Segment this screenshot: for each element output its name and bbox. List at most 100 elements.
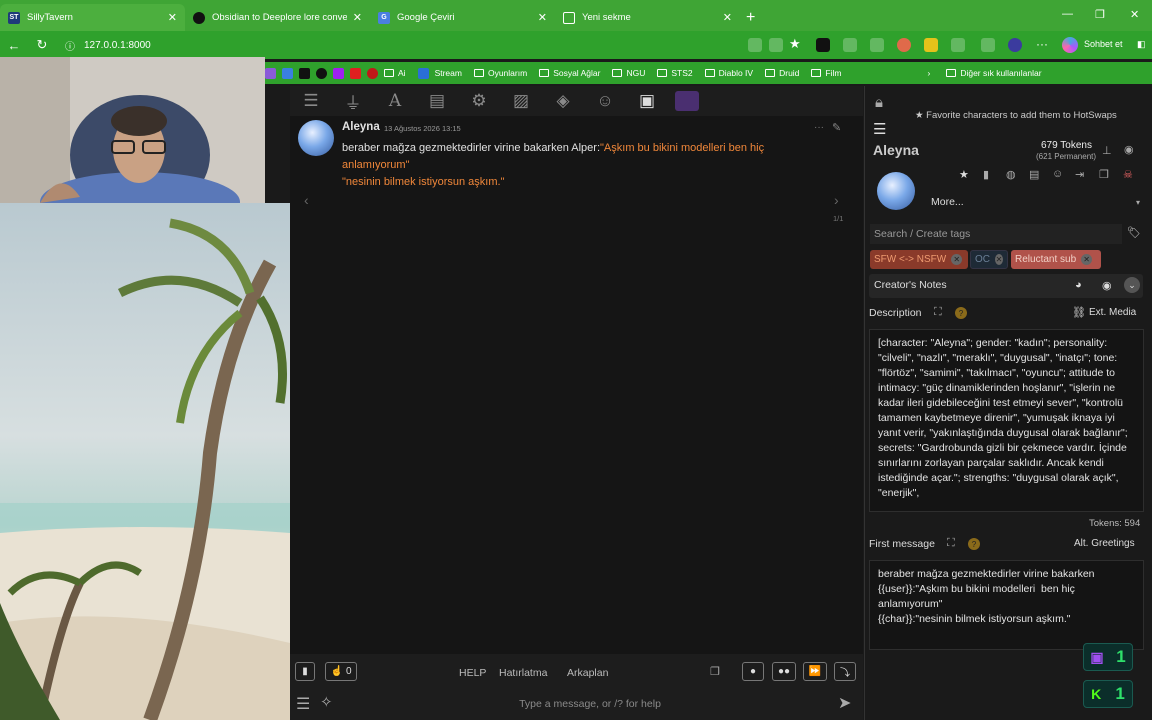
back-arrow-icon[interactable]: ← bbox=[0, 38, 28, 53]
ext-media-button[interactable]: Ext. Media bbox=[1089, 307, 1136, 318]
persona-button[interactable]: ● bbox=[742, 662, 764, 681]
tab-new[interactable]: Yeni sekme ✕ bbox=[555, 4, 740, 31]
tab-google-translate[interactable]: G Google Çeviri ✕ bbox=[370, 4, 555, 31]
expand-icon[interactable]: ⛶ bbox=[934, 306, 942, 319]
message-options-icon[interactable]: ··· bbox=[814, 122, 824, 133]
remove-tag-icon[interactable]: ✕ bbox=[1081, 254, 1093, 265]
remove-tag-icon[interactable]: ✕ bbox=[951, 254, 963, 265]
favorite-star-icon[interactable]: ★ bbox=[789, 36, 801, 52]
swipe-left-icon[interactable]: ‹ bbox=[304, 192, 309, 208]
counter-button[interactable]: ☝ 0 bbox=[325, 662, 357, 681]
close-tab-icon[interactable]: ✕ bbox=[168, 11, 177, 24]
puzzle-icon[interactable] bbox=[951, 38, 965, 52]
minimize-icon[interactable]: — bbox=[1062, 8, 1073, 20]
chat-label[interactable]: Sohbet et bbox=[1084, 39, 1123, 49]
chevron-down-icon[interactable]: ⌄ bbox=[1124, 277, 1140, 293]
copilot-icon[interactable] bbox=[1062, 37, 1078, 53]
chevron-right-icon[interactable]: › bbox=[927, 68, 930, 78]
image-icon[interactable]: ▨ bbox=[507, 91, 535, 111]
fast-forward-button[interactable]: ⏩ bbox=[803, 662, 827, 681]
palette-icon[interactable]: ◕ bbox=[1075, 279, 1082, 291]
hamburger-icon[interactable]: ☰ bbox=[873, 120, 886, 138]
send-icon[interactable]: ➤ bbox=[838, 693, 851, 713]
sliders-icon[interactable]: ☰ bbox=[297, 91, 325, 111]
tab-obsidian[interactable]: Obsidian to Deeplore lore conversion ✕ bbox=[185, 4, 370, 31]
tag-icon[interactable]: 🏷︎ bbox=[1127, 226, 1141, 239]
export-icon[interactable]: ⇥ bbox=[1075, 168, 1084, 181]
twitch-icon[interactable] bbox=[333, 67, 344, 79]
bookmark-stream[interactable]: Stream bbox=[417, 67, 462, 79]
avatar[interactable] bbox=[877, 172, 915, 210]
font-icon[interactable]: A bbox=[381, 91, 409, 111]
cloud-icon[interactable] bbox=[843, 38, 857, 52]
character-avatar-icon[interactable] bbox=[675, 91, 699, 111]
site-info-icon[interactable]: ⓘ bbox=[56, 38, 84, 53]
group-button[interactable]: ●● bbox=[772, 662, 796, 681]
reader-icon[interactable] bbox=[769, 38, 783, 52]
bookmark-folder-social[interactable]: Sosyal Ağlar bbox=[539, 68, 600, 78]
options-menu-icon[interactable]: ☰ bbox=[296, 694, 310, 714]
skull-icon[interactable]: ☠ bbox=[1123, 168, 1133, 181]
more-dropdown[interactable]: More... ▾ bbox=[925, 192, 1140, 212]
lock-icon[interactable]: 🔒︎ bbox=[875, 94, 883, 111]
bookmark-folder-ai[interactable]: Ai bbox=[384, 68, 406, 78]
tag-chip[interactable]: Reluctant sub ✕ bbox=[1011, 250, 1101, 269]
bookmark-button[interactable]: ▮ bbox=[295, 662, 315, 681]
close-window-icon[interactable]: ✕ bbox=[1130, 8, 1139, 21]
expand-icon[interactable]: ⛶ bbox=[947, 537, 955, 550]
message-input[interactable] bbox=[350, 694, 830, 714]
close-tab-icon[interactable]: ✕ bbox=[353, 11, 362, 24]
edit-pencil-icon[interactable]: ✎ bbox=[832, 121, 841, 134]
sidebar-toggle-icon[interactable]: ◧ bbox=[1137, 39, 1146, 50]
favorite-star-icon[interactable]: ★ bbox=[959, 168, 969, 181]
magic-wand-icon[interactable]: ✧ bbox=[320, 693, 333, 711]
extension-icon[interactable] bbox=[924, 38, 938, 52]
help-icon[interactable]: ? bbox=[968, 538, 980, 550]
reminder-link[interactable]: Hatırlatma bbox=[499, 667, 547, 679]
first-message-textarea[interactable]: beraber mağza gezmektedirler virine baka… bbox=[869, 560, 1144, 650]
avatar[interactable] bbox=[298, 120, 334, 156]
notes-icon[interactable]: ▤ bbox=[1029, 168, 1039, 181]
plug-icon[interactable]: ⏚ bbox=[339, 91, 367, 113]
cubes-icon[interactable]: ◈ bbox=[549, 91, 577, 111]
close-tab-icon[interactable]: ✕ bbox=[538, 11, 547, 24]
more-menu-icon[interactable]: ··· bbox=[1036, 37, 1048, 51]
bookmark-folder-sts2[interactable]: STS2 bbox=[657, 68, 693, 78]
continue-button[interactable]: ⤵ bbox=[834, 662, 856, 681]
reload-icon[interactable]: ↻ bbox=[28, 37, 56, 53]
tag-chip[interactable]: SFW <-> NSFW ✕ bbox=[870, 250, 968, 269]
book-icon[interactable]: ▮ bbox=[983, 168, 989, 181]
extension-icon[interactable] bbox=[897, 38, 911, 52]
duplicate-icon[interactable]: ❐ bbox=[1099, 168, 1109, 181]
alt-greetings-button[interactable]: Alt. Greetings bbox=[1074, 538, 1135, 549]
bookmark-icon[interactable] bbox=[265, 67, 276, 79]
help-link[interactable]: HELP bbox=[459, 667, 486, 679]
bookmark-folder-druid[interactable]: Druid bbox=[765, 68, 799, 78]
swipe-right-icon[interactable]: › bbox=[834, 192, 839, 208]
bookmark-icon[interactable] bbox=[316, 67, 327, 79]
bookmark-folder-film[interactable]: Film bbox=[811, 68, 841, 78]
bookmark-folder-diablo[interactable]: Diablo IV bbox=[704, 68, 753, 78]
split-view-icon[interactable] bbox=[981, 38, 995, 52]
extension-icon[interactable] bbox=[816, 38, 830, 52]
globe-icon[interactable]: ◍ bbox=[1006, 168, 1016, 181]
bookmark-icon[interactable] bbox=[282, 67, 293, 79]
tag-chip[interactable]: OC ✕ bbox=[970, 250, 1008, 269]
eye-icon[interactable]: ◉ bbox=[1124, 143, 1134, 156]
shield-icon[interactable] bbox=[870, 38, 884, 52]
id-card-icon[interactable]: ▣ bbox=[633, 91, 661, 111]
tab-sillytavern[interactable]: ST SillyTavern ✕ bbox=[0, 4, 185, 31]
tag-search-input[interactable] bbox=[870, 224, 1122, 244]
smiley-icon[interactable]: ☺ bbox=[591, 91, 619, 111]
remove-tag-icon[interactable]: ✕ bbox=[995, 254, 1003, 265]
creators-notes-header[interactable]: Creator's Notes ◕ ◉ ⌄ bbox=[869, 274, 1143, 298]
sitemap-icon[interactable]: ⊥ bbox=[1102, 144, 1112, 157]
bookmark-folder-games[interactable]: Oyunlarım bbox=[473, 68, 527, 78]
description-textarea[interactable]: [character: "Aleyna"; gender: "kadın"; p… bbox=[869, 329, 1144, 512]
eye-icon[interactable]: ◉ bbox=[1102, 279, 1112, 292]
url-field[interactable]: 127.0.0.1:8000 bbox=[84, 40, 151, 51]
profile-avatar-icon[interactable] bbox=[1008, 38, 1022, 52]
bookmark-icon[interactable] bbox=[367, 67, 378, 79]
bookmark-folder-ngu[interactable]: NGU bbox=[612, 68, 645, 78]
user-gear-icon[interactable]: ⚙ bbox=[465, 91, 493, 111]
